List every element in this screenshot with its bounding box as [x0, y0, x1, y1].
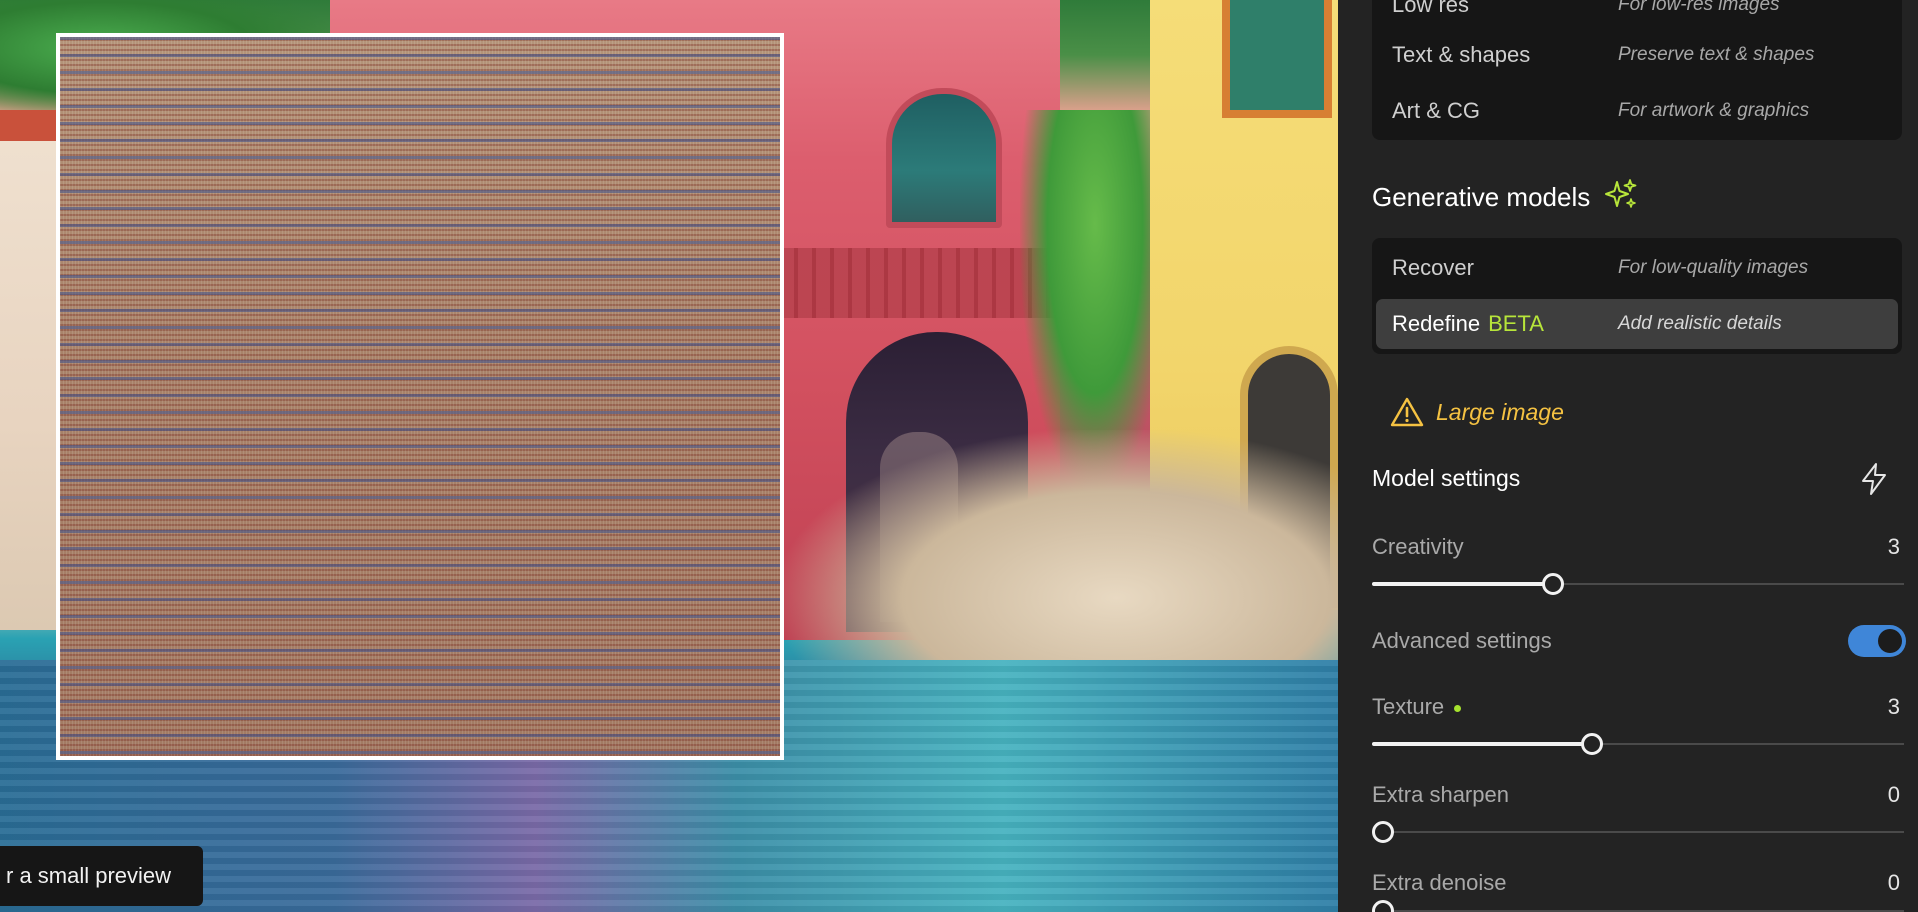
- creativity-label: Creativity: [1372, 534, 1464, 559]
- preview-region[interactable]: [56, 33, 784, 760]
- beta-badge: BETA: [1488, 311, 1544, 336]
- advanced-settings-toggle[interactable]: [1848, 625, 1906, 657]
- model-name: Low res: [1392, 0, 1470, 17]
- model-name: Redefine BETA: [1392, 311, 1544, 336]
- scene-yellow-window: [1222, 0, 1332, 118]
- texture-value: 3: [1887, 694, 1900, 719]
- model-description: Preserve text & shapes: [1618, 44, 1815, 65]
- model-description: For low-quality images: [1618, 257, 1809, 278]
- lightning-bolt-icon[interactable]: [1858, 462, 1890, 496]
- scene-window: [886, 88, 1002, 228]
- model-name: Recover: [1392, 255, 1474, 280]
- model-settings-title: Model settings: [1372, 465, 1521, 491]
- extra-sharpen-value: 0: [1887, 782, 1900, 807]
- generative-models-title: Generative models: [1372, 178, 1639, 213]
- warning-triangle-icon: [1390, 397, 1424, 427]
- toggle-knob: [1878, 629, 1902, 653]
- slider-thumb[interactable]: [1372, 821, 1394, 843]
- model-name: Text & shapes: [1392, 42, 1531, 67]
- texture-label: Texture: [1372, 694, 1462, 720]
- slider-fill: [1372, 582, 1553, 586]
- scene-left-house: [0, 110, 60, 630]
- advanced-settings-label: Advanced settings: [1372, 628, 1552, 653]
- model-description: Add realistic details: [1618, 313, 1782, 334]
- extra-denoise-value: 0: [1887, 870, 1900, 895]
- slider-thumb[interactable]: [1541, 573, 1564, 595]
- extra-sharpen-slider[interactable]: [1372, 819, 1904, 845]
- model-description: For low-res images: [1618, 0, 1780, 15]
- slider-track: [1372, 831, 1904, 833]
- texture-slider[interactable]: [1372, 731, 1904, 757]
- extra-sharpen-label: Extra sharpen: [1372, 782, 1509, 807]
- model-list: Low res For low-res images Text & shapes…: [1372, 0, 1902, 140]
- large-image-warning: Large image: [1390, 392, 1564, 432]
- slider-thumb[interactable]: [1581, 733, 1604, 755]
- model-name: Art & CG: [1392, 98, 1481, 123]
- model-option-redefine[interactable]: Redefine BETA Add realistic details: [1376, 299, 1898, 349]
- model-option-text-shapes[interactable]: Text & shapes Preserve text & shapes: [1376, 30, 1898, 80]
- slider-fill: [1372, 742, 1593, 746]
- model-option-low-res[interactable]: Low res For low-res images: [1376, 0, 1898, 30]
- extra-denoise-slider[interactable]: [1372, 898, 1904, 912]
- slider-thumb[interactable]: [1372, 900, 1394, 912]
- preview-tooltip: r a small preview: [0, 846, 204, 906]
- creativity-slider[interactable]: [1372, 571, 1904, 597]
- model-option-recover[interactable]: Recover For low-quality images: [1376, 243, 1898, 293]
- generative-model-list: Recover For low-quality images Redefine B…: [1372, 238, 1902, 354]
- model-description: For artwork & graphics: [1618, 100, 1810, 121]
- image-canvas[interactable]: r a small preview: [0, 0, 1338, 912]
- warning-text: Large image: [1436, 398, 1564, 425]
- sparkles-icon: [1605, 179, 1637, 208]
- modified-dot: [1454, 704, 1462, 712]
- extra-denoise-label: Extra denoise: [1372, 870, 1507, 895]
- settings-panel: Low res For low-res images Text & shapes…: [1338, 0, 1918, 912]
- creativity-value: 3: [1887, 534, 1900, 559]
- model-option-art-cg[interactable]: Art & CG For artwork & graphics: [1376, 86, 1898, 136]
